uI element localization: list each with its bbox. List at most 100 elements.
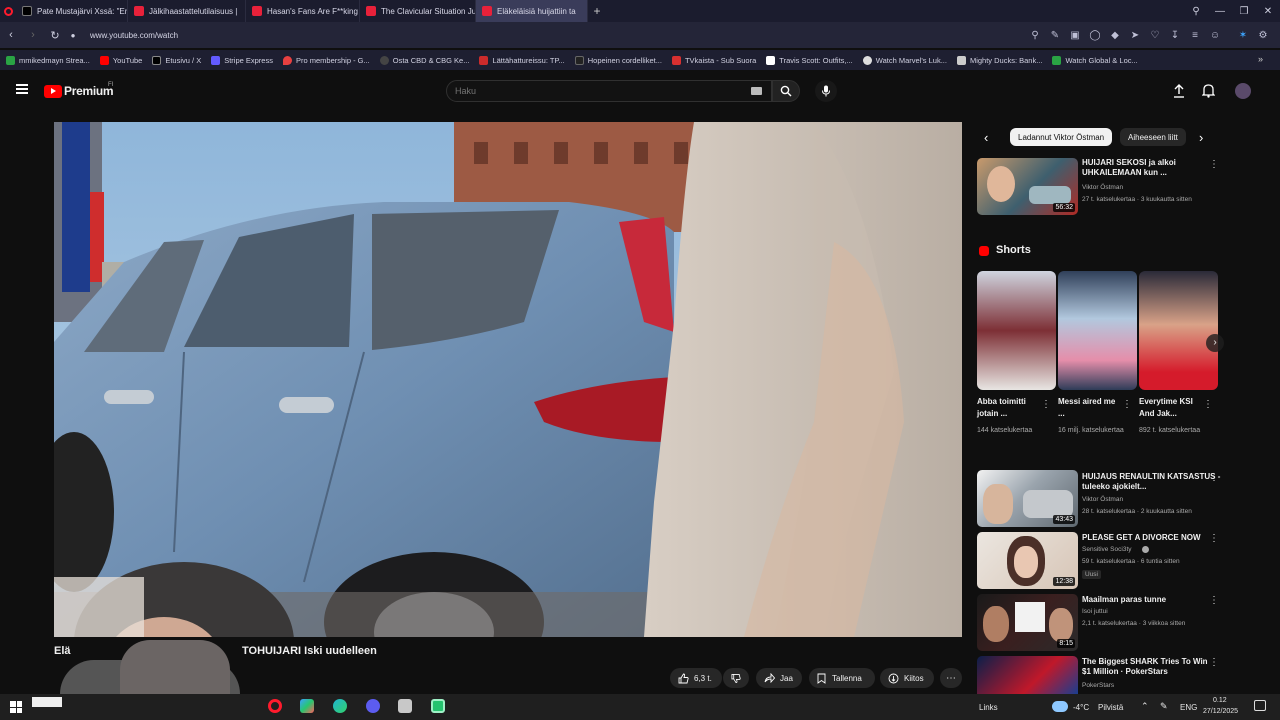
voice-search-button[interactable]: [815, 80, 837, 102]
bookmark-8[interactable]: Hopeinen cordelliket...: [574, 55, 662, 65]
notification-center-icon[interactable]: [1254, 700, 1266, 711]
app-icon[interactable]: [300, 699, 314, 713]
video-title[interactable]: Maailman paras tunne: [1082, 595, 1222, 605]
notifications-bell-icon[interactable]: [1201, 83, 1216, 103]
short-thumbnail[interactable]: [977, 271, 1056, 390]
more-options-icon[interactable]: ⋮: [1041, 400, 1051, 412]
links-toolbar[interactable]: Links: [979, 703, 998, 712]
close-icon[interactable]: ✕: [1256, 0, 1280, 22]
tab-5-active[interactable]: Eläkeläisiä huijattiin ta: [476, 0, 588, 22]
more-options-icon[interactable]: ⋮: [1122, 400, 1132, 412]
edit-icon[interactable]: ✎: [1048, 28, 1062, 42]
tab-1[interactable]: Pate Mustajärvi Xssä: "En: [16, 0, 128, 22]
minimize-icon[interactable]: —: [1208, 0, 1232, 22]
bookmark-12[interactable]: Mighty Ducks: Bank...: [956, 55, 1042, 65]
bookmark-6[interactable]: Osta CBD & CBG Ke...: [379, 55, 469, 65]
short-title[interactable]: Messi aired me ...: [1058, 396, 1124, 420]
search-button[interactable]: [772, 80, 800, 102]
aria-icon[interactable]: ✶: [1236, 28, 1250, 42]
more-actions-button[interactable]: ⋯: [940, 668, 962, 688]
channel-name[interactable]: Viktor Östman: [1082, 184, 1123, 191]
avatar[interactable]: [1235, 83, 1251, 99]
forward-icon[interactable]: ›: [22, 22, 44, 48]
menu-icon[interactable]: ≡: [1188, 28, 1202, 42]
bookmark-9[interactable]: TVkaista - Sub Suora: [671, 55, 756, 65]
video-title[interactable]: The Biggest SHARK Tries To Win $1 Millio…: [1082, 657, 1214, 677]
short-thumbnail[interactable]: [1139, 271, 1218, 390]
extension-icon[interactable]: ◆: [1108, 28, 1122, 42]
edge-icon[interactable]: [333, 699, 347, 713]
video-thumbnail[interactable]: 12:38: [977, 532, 1078, 589]
clock-date[interactable]: 27/12/2025: [1203, 708, 1238, 715]
more-options-icon[interactable]: ⋮: [1209, 658, 1219, 670]
youtube-logo-icon[interactable]: [44, 85, 62, 98]
keyboard-icon[interactable]: [751, 87, 762, 95]
youtube-premium-label[interactable]: Premium: [64, 84, 114, 98]
pen-icon[interactable]: ✎: [1160, 701, 1168, 712]
more-options-icon[interactable]: ⋮: [1209, 473, 1219, 485]
upload-icon[interactable]: [1173, 84, 1185, 103]
discord-icon[interactable]: [366, 699, 380, 713]
video-thumbnail[interactable]: [977, 656, 1078, 694]
weather-cloud-icon[interactable]: [1052, 701, 1068, 712]
video-title[interactable]: HUIJAUS RENAULTIN KATSASTUS - tuleeko aj…: [1082, 472, 1222, 492]
opera-icon[interactable]: [268, 699, 282, 713]
more-options-icon[interactable]: ⋮: [1209, 534, 1219, 546]
bookmark-5[interactable]: Pro membership - G...: [282, 55, 370, 65]
spreadsheet-icon[interactable]: [431, 699, 445, 713]
video-title[interactable]: HUIJARI SEKOSI ja alkoi UHKAILEMAAN kun …: [1082, 158, 1222, 178]
reload-icon[interactable]: ↻: [44, 22, 66, 48]
channel-name[interactable]: Isoi juttui: [1082, 608, 1108, 615]
bookmark-7[interactable]: Lättähattureissu: TP...: [479, 55, 565, 65]
short-title[interactable]: Abba toimitti jotain ...: [977, 396, 1043, 420]
send-icon[interactable]: ➤: [1128, 28, 1142, 42]
chip-related[interactable]: Aiheeseen liitt: [1120, 128, 1186, 146]
search-input[interactable]: [455, 81, 735, 101]
dislike-button[interactable]: [723, 668, 749, 688]
chips-prev-icon[interactable]: ‹: [984, 130, 988, 145]
save-button[interactable]: Tallenna: [809, 668, 875, 688]
shorts-next-icon[interactable]: ›: [1206, 334, 1224, 352]
tab-4[interactable]: The Clavicular Situation Ju: [360, 0, 476, 22]
chips-next-icon[interactable]: ›: [1199, 130, 1203, 145]
thanks-button[interactable]: Kiitos: [880, 668, 934, 688]
clock-time[interactable]: 0.12: [1213, 697, 1227, 704]
settings-icon[interactable]: ⚙: [1256, 28, 1270, 42]
profile-icon[interactable]: ☺: [1208, 28, 1222, 42]
share-button[interactable]: Jaa: [756, 668, 802, 688]
like-button[interactable]: 6,3 t.: [670, 668, 722, 688]
bookmark-1[interactable]: mmikedmayn Strea...: [6, 55, 90, 65]
more-options-icon[interactable]: ⋮: [1203, 400, 1213, 412]
channel-name[interactable]: Sensitive Soci3ty: [1082, 546, 1132, 553]
search-icon[interactable]: ⚲: [1028, 28, 1042, 42]
video-player[interactable]: [54, 122, 962, 637]
short-title[interactable]: Everytime KSI And Jak...: [1139, 396, 1205, 420]
new-tab-plus-icon[interactable]: +: [588, 0, 606, 22]
channel-name[interactable]: PokerStars: [1082, 682, 1114, 689]
windows-start-icon[interactable]: [10, 701, 22, 713]
url-field[interactable]: www.youtube.com/watch: [90, 31, 178, 40]
bookmark-3[interactable]: Etusivu / X: [152, 55, 201, 65]
video-title[interactable]: PLEASE GET A DIVORCE NOW: [1082, 533, 1222, 543]
bookmark-13[interactable]: Watch Global & Loc...: [1052, 55, 1138, 65]
download-icon[interactable]: ↧: [1168, 28, 1182, 42]
video-thumbnail[interactable]: 43:43: [977, 470, 1078, 527]
more-options-icon[interactable]: ⋮: [1209, 596, 1219, 608]
opera-logo-icon[interactable]: [0, 0, 16, 22]
hamburger-menu-icon[interactable]: [16, 84, 28, 94]
camera-icon[interactable]: ▣: [1068, 28, 1082, 42]
shield-icon[interactable]: ◯: [1088, 28, 1102, 42]
bookmarks-overflow-icon[interactable]: »: [1258, 54, 1263, 64]
settings-icon[interactable]: [398, 699, 412, 713]
search-tabs-icon[interactable]: ⚲: [1184, 0, 1208, 22]
language-indicator[interactable]: ENG: [1180, 703, 1197, 712]
tray-chevron-icon[interactable]: ⌃: [1141, 701, 1149, 712]
video-thumbnail[interactable]: 56:32: [977, 158, 1078, 215]
more-options-icon[interactable]: ⋮: [1209, 160, 1219, 172]
heart-icon[interactable]: ♡: [1148, 28, 1162, 42]
bookmark-10[interactable]: Travis Scott: Outfits,...: [766, 55, 853, 65]
tab-2[interactable]: Jälkihaastattelutilaisuus |: [128, 0, 246, 22]
bookmark-2[interactable]: YouTube: [99, 55, 142, 65]
video-thumbnail[interactable]: 8:15: [977, 594, 1078, 651]
chip-uploader[interactable]: Ladannut Viktor Östman: [1010, 128, 1113, 146]
